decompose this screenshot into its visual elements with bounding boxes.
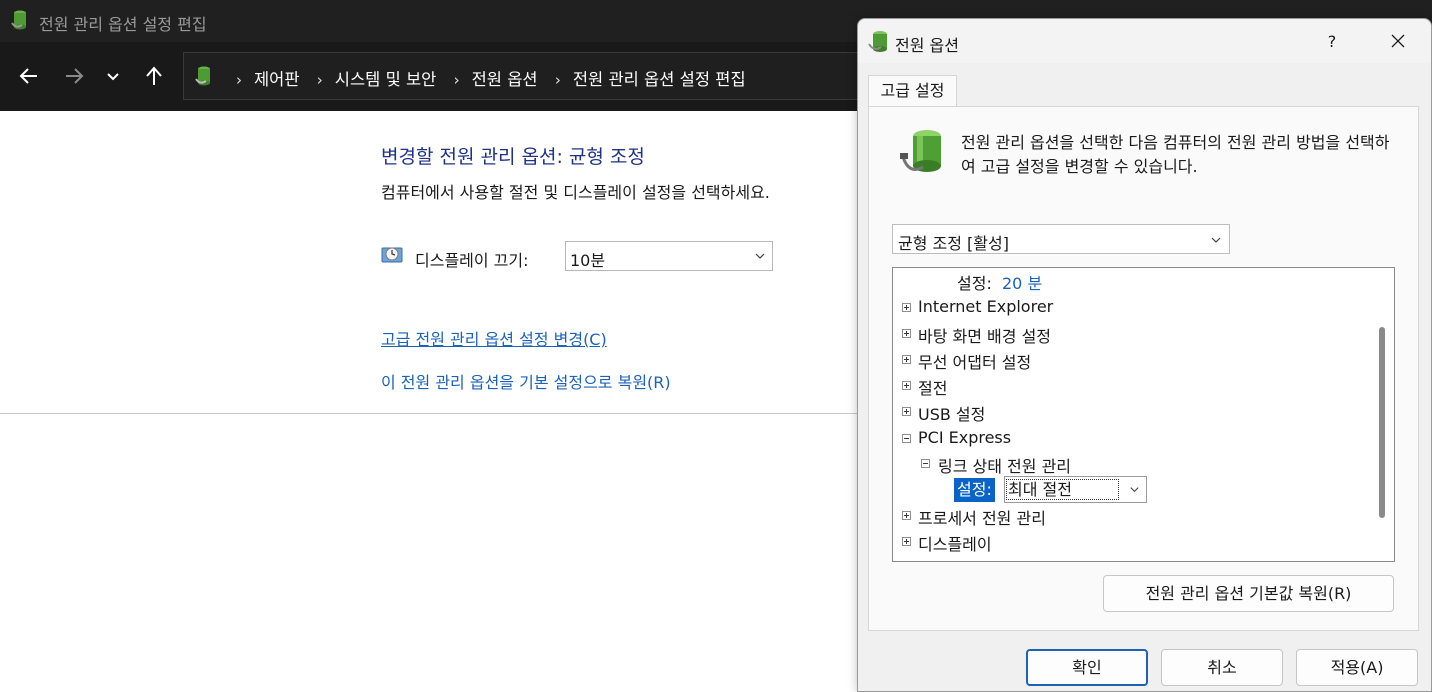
breadcrumb-item[interactable]: 제어판 xyxy=(254,70,300,89)
display-off-label: 디스플레이 끄기: xyxy=(415,251,529,270)
tree-item-label: 바탕 화면 배경 설정 xyxy=(918,327,1052,346)
tab-advanced-settings[interactable]: 고급 설정 xyxy=(868,75,957,107)
power-options-icon xyxy=(195,66,210,86)
help-button[interactable]: ? xyxy=(1310,27,1354,55)
expand-plus-icon[interactable] xyxy=(902,381,911,390)
display-clock-icon xyxy=(381,247,403,263)
expand-plus-icon[interactable] xyxy=(902,303,911,312)
restore-defaults-link[interactable]: 이 전원 관리 옵션을 기본 설정으로 복원(R) xyxy=(381,369,671,393)
chevron-down-icon xyxy=(1130,487,1139,493)
tree-item-label: 프로세서 전원 관리 xyxy=(918,509,1046,528)
cancel-button[interactable]: 취소 xyxy=(1161,649,1283,686)
setting-value[interactable]: 20 분 xyxy=(1002,270,1042,294)
expand-plus-icon[interactable] xyxy=(902,329,911,338)
collapse-minus-icon[interactable] xyxy=(921,459,930,468)
expand-plus-icon[interactable] xyxy=(902,537,911,546)
dialog-description: 전원 관리 옵션을 선택한 다음 컴퓨터의 전원 관리 방법을 선택하여 고급 … xyxy=(961,133,1390,176)
forward-arrow-icon xyxy=(66,68,84,84)
breadcrumb-item[interactable]: 전원 옵션 xyxy=(472,70,538,89)
expand-plus-icon[interactable] xyxy=(902,407,911,416)
scrollbar-thumb[interactable] xyxy=(1379,327,1385,518)
close-button[interactable] xyxy=(1376,27,1420,55)
up-button[interactable] xyxy=(140,62,168,90)
setting-select-value: 최대 절전 xyxy=(1006,479,1119,500)
power-options-dialog: 전원 옵션 ? 고급 설정 전원 관리 옵션을 선택한 다음 컴퓨터의 전원 관… xyxy=(857,18,1432,692)
recent-locations-button[interactable] xyxy=(99,62,127,90)
power-plan-value: 균형 조정 [활성] xyxy=(898,234,1009,253)
chevron-down-icon xyxy=(755,253,765,259)
advanced-settings-link[interactable]: 고급 전원 관리 옵션 설정 변경(C) xyxy=(381,326,607,350)
setting-label: 설정: xyxy=(957,274,992,293)
tree-item-label: 디스플레이 xyxy=(918,535,992,554)
power-plan-select[interactable]: 균형 조정 [활성] xyxy=(892,224,1230,254)
apply-button[interactable]: 적용(A) xyxy=(1296,649,1418,686)
forward-button[interactable] xyxy=(60,62,88,90)
display-off-select[interactable]: 10분 xyxy=(565,241,773,271)
breadcrumb: › 제어판 › 시스템 및 보안 › 전원 옵션 › 전원 관리 옵션 설정 편집 xyxy=(236,70,746,89)
tree-item-label: 링크 상태 전원 관리 xyxy=(938,457,1072,476)
close-icon xyxy=(1391,34,1405,48)
expand-plus-icon[interactable] xyxy=(902,511,911,520)
power-options-icon xyxy=(900,130,941,172)
tree-item-label: USB 설정 xyxy=(918,405,986,424)
breadcrumb-item[interactable]: 전원 관리 옵션 설정 편집 xyxy=(573,70,746,89)
power-options-icon xyxy=(868,31,887,52)
advanced-settings-panel: 전원 관리 옵션을 선택한 다음 컴퓨터의 전원 관리 방법을 선택하여 고급 … xyxy=(868,106,1419,631)
restore-plan-defaults-button[interactable]: 전원 관리 옵션 기본값 복원(R) xyxy=(1103,575,1394,612)
setting-label-selected: 설정: xyxy=(954,478,995,502)
up-arrow-icon xyxy=(146,66,162,85)
tree-item-label: PCI Express xyxy=(918,428,1012,447)
window-title: 전원 관리 옵션 설정 편집 xyxy=(39,15,207,34)
settings-tree[interactable]: 설정: 20 분 Internet Explorer 바탕 화면 배경 설정 무… xyxy=(892,267,1395,562)
divider xyxy=(0,413,860,414)
tree-row-selected[interactable]: 설정: 최대 절전 xyxy=(893,476,1363,503)
chevron-down-icon xyxy=(107,73,119,81)
dialog-titlebar: 전원 옵션 ? xyxy=(858,19,1431,63)
dialog-title: 전원 옵션 xyxy=(895,36,959,55)
address-bar[interactable]: › 제어판 › 시스템 및 보안 › 전원 옵션 › 전원 관리 옵션 설정 편집 xyxy=(183,52,883,100)
power-options-icon xyxy=(11,10,26,30)
breadcrumb-item[interactable]: 시스템 및 보안 xyxy=(335,70,437,89)
tree-item-label: 무선 어댑터 설정 xyxy=(918,353,1032,372)
expand-plus-icon[interactable] xyxy=(902,355,911,364)
link-state-setting-select[interactable]: 최대 절전 xyxy=(1004,476,1147,503)
tree-item-label: 절전 xyxy=(918,379,948,398)
display-off-value: 10분 xyxy=(570,251,606,270)
tree-item-label: Internet Explorer xyxy=(918,297,1054,316)
page-title: 변경할 전원 관리 옵션: 균형 조정 xyxy=(381,146,645,168)
collapse-minus-icon[interactable] xyxy=(902,434,911,443)
back-button[interactable] xyxy=(15,62,43,90)
ok-button[interactable]: 확인 xyxy=(1026,649,1148,686)
back-arrow-icon xyxy=(19,68,37,84)
chevron-down-icon xyxy=(1211,237,1221,243)
page-subtitle: 컴퓨터에서 사용할 절전 및 디스플레이 설정을 선택하세요. xyxy=(381,183,770,202)
